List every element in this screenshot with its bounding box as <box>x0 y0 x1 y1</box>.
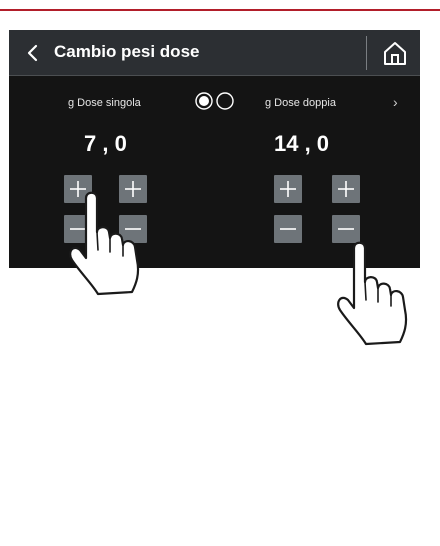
next-page-arrow[interactable]: › <box>393 94 398 110</box>
double-decimal-plus-button[interactable] <box>332 175 360 203</box>
home-icon <box>384 42 406 65</box>
back-button[interactable] <box>19 39 47 67</box>
single-dose-label: g Dose singola <box>68 97 141 109</box>
page-dot-inactive <box>216 92 234 110</box>
pointing-hand-icon <box>332 238 428 350</box>
double-integer-minus-button[interactable] <box>274 215 302 243</box>
page-title: Cambio pesi dose <box>54 42 200 61</box>
app-header: Cambio pesi dose <box>9 30 420 76</box>
double-dose-label: g Dose doppia <box>265 97 336 109</box>
single-dose-value: 7 , 0 <box>84 131 127 156</box>
page-indicator <box>195 92 243 110</box>
plus-icon <box>280 181 296 197</box>
pointing-hand-icon <box>64 188 160 300</box>
home-button[interactable] <box>379 37 411 69</box>
plus-icon <box>338 181 354 197</box>
header-divider <box>366 36 367 70</box>
double-integer-plus-button[interactable] <box>274 175 302 203</box>
double-dose-value: 14 , 0 <box>274 131 330 156</box>
top-accent-rule <box>0 9 440 11</box>
chevron-left-icon <box>27 44 38 62</box>
minus-icon <box>280 228 296 230</box>
